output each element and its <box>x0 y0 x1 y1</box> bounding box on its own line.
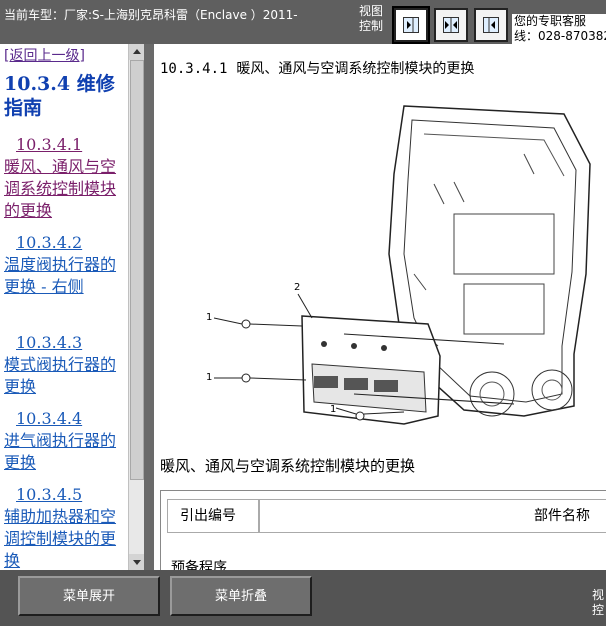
view-control-label-bottom: 视控 <box>592 588 605 617</box>
scrollbar-thumb[interactable] <box>130 60 144 480</box>
sidebar-item-label: 模式阀执行器的更换 <box>4 355 117 396</box>
section-title: 暖风、通风与空调系统控制模块的更换 <box>236 61 475 77</box>
sidebar-item-10-3-4-5[interactable]: 10.3.4.5 辅助加热器和空调控制模块的更换 <box>4 484 126 570</box>
view-left-pane-button[interactable] <box>392 6 430 44</box>
sidebar-item-number: 10.3.4.5 <box>16 485 83 504</box>
callout-2: 2 <box>294 282 300 293</box>
split-left-icon <box>403 17 419 33</box>
scroll-down-arrow[interactable] <box>129 554 145 570</box>
collapse-menu-button[interactable]: 菜单折叠 <box>170 576 312 616</box>
current-vehicle-label: 当前车型：厂家:S-上海别克昂科雷（Enclave ）2011- <box>4 8 298 22</box>
sidebar-scrollbar[interactable] <box>128 44 145 570</box>
customer-service-box: 您的专职客服 线：028-870382 <box>512 14 606 44</box>
sidebar-item-label: 暖风、通风与空调系统控制模块的更换 <box>4 157 117 220</box>
figure-caption: 暖风、通风与空调系统控制模块的更换 <box>160 457 416 475</box>
scroll-up-arrow[interactable] <box>129 44 145 60</box>
callout-1-lower: 1 <box>330 404 336 415</box>
sidebar-item-label: 温度阀执行器的更换 - 右侧 <box>4 255 117 296</box>
top-bar: 当前车型：厂家:S-上海别克昂科雷（Enclave ）2011- 视图控制 您的… <box>0 0 606 44</box>
expand-menu-button[interactable]: 菜单展开 <box>18 576 160 616</box>
sidebar-item-label: 进气阀执行器的更换 <box>4 431 117 472</box>
parts-table: 引出编号 部件名称 预备程序 <box>160 490 606 570</box>
customer-service-phone: 线：028-870382 <box>514 29 606 43</box>
hvac-module-diagram: 2 1 1 1 <box>206 105 591 425</box>
caret-down-icon <box>133 560 141 565</box>
back-link[interactable]: [返回上一级] <box>4 45 85 65</box>
section-number: 10.3.4.1 <box>160 61 228 77</box>
sidebar-nav: [返回上一级] 10.3.4 维修指南 10.3.4.1 暖风、通风与空调系统控… <box>0 44 128 570</box>
sidebar-item-10-3-4-2[interactable]: 10.3.4.2 温度阀执行器的更换 - 右侧 <box>4 232 126 298</box>
view-control-label: 视图控制 <box>359 4 384 33</box>
sidebar-item-10-3-4-3[interactable]: 10.3.4.3 模式阀执行器的更换 <box>4 332 126 398</box>
callout-1-middle: 1 <box>206 372 212 383</box>
view-right-pane-button[interactable] <box>474 8 508 42</box>
bottom-bar: 菜单展开 菜单折叠 视控 <box>0 570 606 626</box>
view-both-panes-button[interactable] <box>434 8 468 42</box>
sidebar-item-10-3-4-1[interactable]: 10.3.4.1 暖风、通风与空调系统控制模块的更换 <box>4 134 126 222</box>
pane-splitter[interactable] <box>144 44 154 570</box>
sidebar-item-number: 10.3.4.4 <box>16 409 83 428</box>
sidebar-item-10-3-4-4[interactable]: 10.3.4.4 进气阀执行器的更换 <box>4 408 126 474</box>
split-both-icon <box>443 17 459 33</box>
sidebar-item-number: 10.3.4.3 <box>16 333 83 352</box>
split-right-icon <box>483 17 499 33</box>
sidebar-item-label: 辅助加热器和空调控制模块的更换 <box>4 507 117 570</box>
sidebar-title: 10.3.4 维修指南 <box>4 73 115 119</box>
section-heading: 10.3.4.1 暖风、通风与空调系统控制模块的更换 <box>160 58 474 78</box>
sidebar-item-number: 10.3.4.2 <box>16 233 83 252</box>
table-row-preliminary-procedure: 预备程序 <box>171 560 227 570</box>
column-header-part-name: 部件名称 <box>259 499 606 533</box>
customer-service-title: 您的专职客服 <box>514 14 587 28</box>
content-pane: 10.3.4.1 暖风、通风与空调系统控制模块的更换 2 1 1 1 暖风、通风… <box>154 44 606 570</box>
sidebar-item-number: 10.3.4.1 <box>16 135 83 154</box>
callout-1-upper: 1 <box>206 312 212 323</box>
column-header-callout-number: 引出编号 <box>167 499 259 533</box>
caret-up-icon <box>133 49 141 54</box>
